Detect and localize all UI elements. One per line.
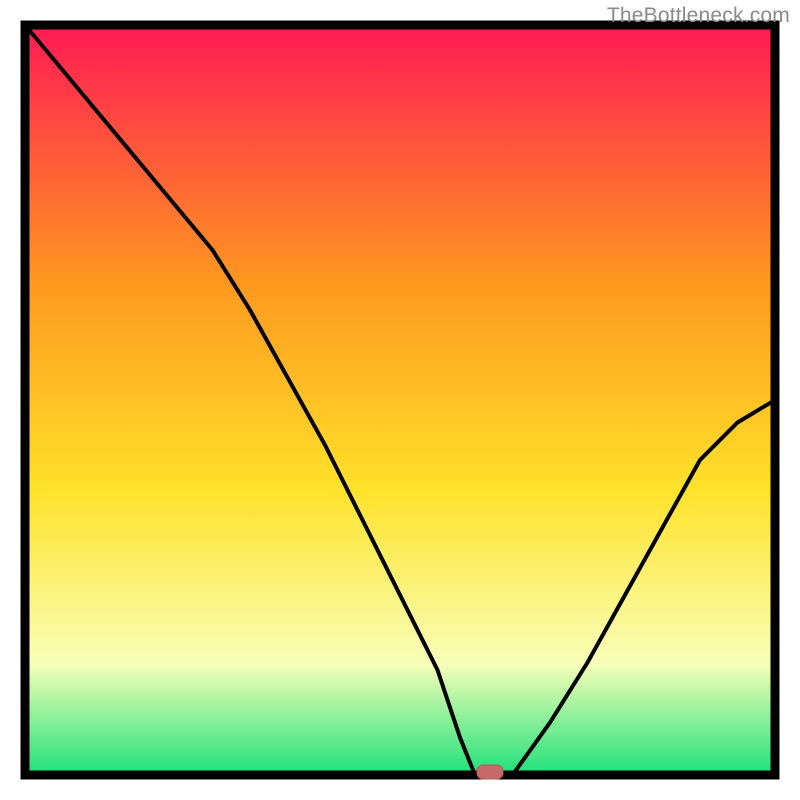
optimal-marker — [477, 765, 503, 779]
chart-svg — [0, 0, 800, 800]
watermark-text: TheBottleneck.com — [607, 4, 790, 28]
gradient-background — [25, 25, 775, 775]
plot-area — [25, 25, 775, 779]
bottleneck-chart: TheBottleneck.com — [0, 0, 800, 800]
